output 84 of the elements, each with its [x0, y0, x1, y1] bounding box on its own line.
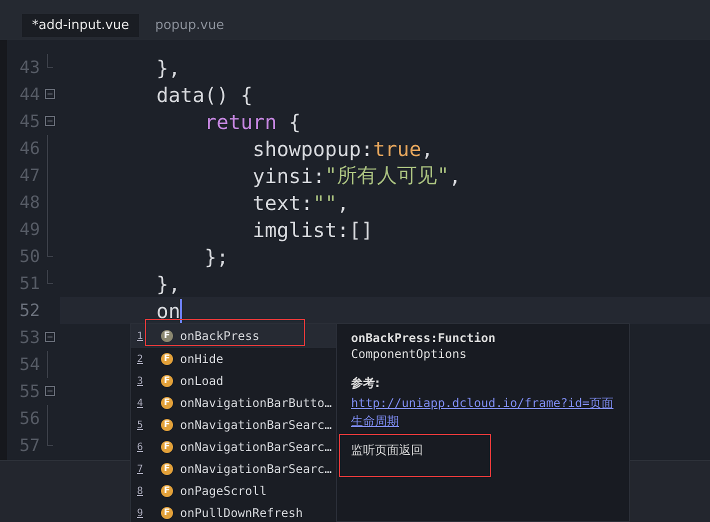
code-token: , — [421, 136, 434, 160]
code-token: }; — [203, 244, 229, 268]
completion-item[interactable]: 7 F onNavigationBarSearc… — [131, 458, 336, 480]
line-number: 45 — [18, 112, 40, 132]
reference-link[interactable]: http://uniapp.dcloud.io/frame?id=页面生命周期 — [351, 394, 621, 430]
item-label: onNavigationBarSearc… — [180, 462, 332, 476]
line-number: 56 — [18, 408, 40, 428]
item-index: 4 — [137, 398, 144, 408]
line-number: 47 — [18, 166, 40, 186]
function-icon: F — [161, 485, 173, 497]
line-number: 46 — [18, 138, 40, 158]
fold-end-icon — [47, 243, 53, 257]
completion-item[interactable]: 9 F onPullDownRefresh — [131, 502, 336, 522]
fold-end-icon — [47, 432, 53, 446]
line-number: 49 — [18, 220, 40, 240]
function-icon: F — [161, 419, 173, 431]
item-label: onNavigationBarSearc… — [180, 440, 332, 454]
signature-text: onBackPress:Function — [351, 330, 496, 346]
item-label: onHide — [180, 352, 224, 366]
fold-icon[interactable] — [45, 116, 55, 126]
item-index: 8 — [137, 486, 144, 496]
item-label: onLoad — [180, 374, 224, 388]
function-icon: F — [161, 330, 173, 342]
line-number: 55 — [18, 382, 40, 402]
item-label: onBackPress — [180, 329, 260, 343]
code-token: yinsi: — [252, 164, 325, 188]
code-token: "" — [312, 190, 337, 214]
fold-icon[interactable] — [45, 386, 55, 396]
completion-item[interactable]: 8 F onPageScroll — [131, 480, 336, 502]
file-tab[interactable]: popup.vue — [145, 14, 252, 37]
line-number: 48 — [18, 192, 40, 212]
code-token: showpopup: — [252, 136, 374, 160]
code-token: on — [155, 298, 180, 322]
code-token: { — [288, 110, 301, 134]
completion-item[interactable]: 4 F onNavigationBarButto… — [131, 392, 336, 414]
completion-item[interactable]: 1 F onBackPress — [131, 324, 336, 348]
reference-label: 参考: — [351, 375, 381, 392]
description-text: 监听页面返回 — [351, 442, 423, 459]
function-icon: F — [161, 397, 173, 409]
function-icon: F — [161, 353, 173, 365]
item-index: 1 — [137, 330, 144, 342]
line-number: 44 — [18, 84, 40, 104]
fold-icon[interactable] — [45, 89, 55, 99]
item-index: 3 — [137, 376, 144, 386]
line-number: 54 — [18, 354, 40, 374]
code-token: data() { — [155, 82, 253, 106]
completion-item[interactable]: 5 F onNavigationBarSearc… — [131, 414, 336, 436]
text-cursor — [180, 298, 182, 322]
completion-item[interactable]: 3 F onLoad — [131, 370, 336, 392]
item-index: 5 — [137, 420, 144, 430]
type-text: ComponentOptions — [351, 346, 468, 362]
code-token: }, — [155, 56, 180, 80]
completion-item[interactable]: 2 F onHide — [131, 348, 336, 370]
function-icon: F — [161, 375, 173, 387]
item-label: onPageScroll — [180, 484, 267, 498]
fold-end-icon — [47, 54, 53, 68]
function-icon: F — [161, 507, 173, 519]
function-icon: F — [161, 441, 173, 453]
function-icon: F — [161, 463, 173, 475]
code-token: imglist:[] — [252, 218, 374, 242]
completion-item[interactable]: 6 F onNavigationBarSearc… — [131, 436, 336, 458]
fold-icon[interactable] — [45, 332, 55, 342]
code-token: , — [449, 164, 462, 188]
line-number: 53 — [18, 328, 40, 348]
item-index: 7 — [137, 464, 144, 474]
line-number: 51 — [18, 274, 40, 294]
item-label: onNavigationBarSearc… — [180, 418, 332, 432]
code-token: , — [336, 190, 350, 214]
code-token: }, — [155, 272, 180, 296]
line-number: 43 — [18, 58, 40, 78]
line-number: 57 — [18, 436, 40, 456]
item-index: 9 — [137, 508, 144, 518]
item-label: onNavigationBarButto… — [180, 396, 332, 410]
item-index: 6 — [137, 442, 144, 452]
code-token: text: — [252, 190, 313, 214]
line-number: 50 — [18, 246, 40, 266]
code-token: true — [373, 136, 422, 160]
fold-end-icon — [47, 270, 53, 284]
line-number: 52 — [18, 300, 40, 320]
file-tab[interactable]: *add-input.vue — [22, 14, 140, 37]
code-token: "所有人可见" — [324, 162, 449, 189]
code-token: return — [203, 110, 277, 134]
item-label: onPullDownRefresh — [180, 506, 303, 520]
item-index: 2 — [137, 354, 144, 364]
